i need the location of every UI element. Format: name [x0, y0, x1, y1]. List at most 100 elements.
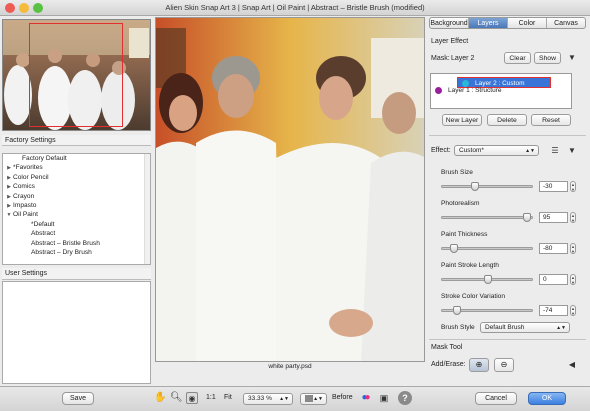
preset-item[interactable]: Abstract – Bristle Brush	[3, 239, 150, 248]
slider-value-field[interactable]: -74	[539, 305, 568, 316]
slider-track[interactable]	[441, 275, 533, 284]
reset-layer-button[interactable]: Reset	[531, 114, 571, 126]
new-layer-button[interactable]: New Layer	[442, 114, 482, 126]
zoom-select[interactable]: 33.33 % ▲▼	[243, 393, 293, 405]
factory-settings-scrollbar[interactable]	[144, 154, 150, 264]
zoom-fit-button[interactable]: Fit	[224, 394, 232, 401]
clear-mask-button[interactable]: Clear	[504, 52, 531, 64]
preset-item[interactable]: ▶ Comics	[3, 182, 150, 191]
slider-track[interactable]	[441, 213, 533, 222]
mask-tool-collapse-icon[interactable]: ◀	[566, 359, 578, 371]
slider-track[interactable]	[441, 306, 533, 315]
factory-settings-header: Factory Settings	[2, 135, 151, 146]
erase-mask-tool-button[interactable]: ⊖	[494, 358, 514, 372]
mask-tool-header: Mask Tool	[431, 344, 463, 351]
zoom-window-button[interactable]	[33, 3, 43, 13]
right-panel: Background Layers Color Canvas Layer Effect…	[427, 17, 590, 386]
flickr-icon[interactable]: ●●	[360, 392, 372, 404]
user-settings-header: User Settings	[2, 268, 151, 280]
add-erase-label: Add/Erase:	[431, 361, 466, 368]
slider-thumb[interactable]	[471, 182, 480, 191]
preset-label: Oil Paint	[13, 211, 38, 219]
preset-item[interactable]: Abstract – Dry Brush	[3, 248, 150, 257]
zoom-1to1-button[interactable]: 1:1	[206, 394, 216, 401]
stepper-icon[interactable]: ▲ ▼	[570, 181, 576, 192]
layer-name: Layer 1 : Structure	[448, 87, 502, 94]
slider-thumb[interactable]	[450, 244, 459, 253]
effect-select[interactable]: Custom* ▲▼	[454, 145, 539, 156]
tab-background[interactable]: Background	[430, 18, 469, 28]
painted-photo	[156, 18, 424, 361]
hand-tool-icon[interactable]: ✋	[154, 392, 166, 404]
background-color-select[interactable]: ▲▼	[300, 393, 327, 405]
before-toggle[interactable]: Before	[332, 394, 353, 401]
stepper-icon[interactable]: ▲ ▼	[570, 212, 576, 223]
mask-menu-arrow-icon[interactable]: ▼	[566, 52, 578, 64]
user-settings-list[interactable]	[2, 281, 151, 384]
image-canvas[interactable]	[155, 17, 425, 362]
slider-value-field[interactable]: -80	[539, 243, 568, 254]
visible-area-rectangle[interactable]	[29, 23, 123, 127]
preset-item[interactable]: ▶ Color Pencil	[3, 173, 150, 182]
stepper-icon[interactable]: ▲ ▼	[570, 305, 576, 316]
show-mask-button[interactable]: Show	[534, 52, 561, 64]
list-menu-icon[interactable]: ☰	[549, 145, 561, 157]
preset-label: *Favorites	[13, 164, 43, 172]
preset-item[interactable]: ▶ Crayon	[3, 192, 150, 201]
save-button[interactable]: Save	[62, 392, 94, 405]
navigator-preview[interactable]	[2, 19, 151, 131]
brush-style-value: Default Brush	[485, 324, 525, 331]
preset-label: *Default	[31, 220, 55, 228]
zoom-tool-icon[interactable]: 🔍︎	[170, 392, 183, 404]
zoom-value: 33.33 %	[248, 395, 272, 402]
slider-track[interactable]	[441, 182, 533, 191]
slider-thumb[interactable]	[452, 306, 461, 315]
slider-thumb[interactable]	[523, 213, 532, 222]
slider-thumb[interactable]	[484, 275, 492, 284]
layer-row[interactable]: Layer 1 : Structure	[431, 85, 571, 96]
bottom-toolbar: Save ✋ 🔍︎ ◉ 1:1 Fit 33.33 % ▲▼ ▲▼ Before …	[0, 386, 590, 411]
minimize-window-button[interactable]	[19, 3, 29, 13]
effect-label: Effect:	[431, 147, 451, 154]
preset-label: Color Pencil	[13, 173, 49, 181]
close-window-button[interactable]	[5, 3, 15, 13]
slider-label: Paint Stroke Length	[441, 262, 499, 269]
erase-brush-icon: ⊖	[500, 360, 508, 369]
layers-list[interactable]: Layer 2 : Custom Layer 1 : Structure	[430, 73, 572, 109]
stepper-icon[interactable]: ▲ ▼	[570, 243, 576, 254]
tab-layers[interactable]: Layers	[469, 18, 508, 28]
preset-item[interactable]: Factory Default	[3, 154, 150, 163]
slider-value-field[interactable]: 95	[539, 212, 568, 223]
layer-color-icon	[435, 87, 442, 94]
mask-label: Mask:	[431, 55, 450, 62]
slider-value-field[interactable]: 0	[539, 274, 568, 285]
mask-brush-tool-icon[interactable]: ◉	[186, 392, 198, 404]
slider-label: Stroke Color Variation	[441, 293, 506, 300]
preset-item[interactable]: ▶ *Favorites	[3, 163, 150, 172]
divider	[429, 135, 586, 136]
add-mask-tool-button[interactable]: ⊕	[469, 358, 489, 372]
preset-item[interactable]: ▶ Impasto	[3, 201, 150, 210]
left-panel: Factory Settings Factory Default ▶ *Favori…	[0, 17, 153, 384]
preset-item[interactable]: ▼ Oil Paint	[3, 210, 150, 219]
disclosure-open-icon[interactable]: ▼	[5, 211, 13, 220]
ok-button[interactable]: OK	[528, 392, 566, 405]
slider-value-field[interactable]: -30	[539, 181, 568, 192]
brush-style-select[interactable]: Default Brush ▲▼	[480, 322, 570, 333]
tab-color[interactable]: Color	[508, 18, 547, 28]
slider-label: Brush Size	[441, 169, 473, 176]
canvas-filename: white party.psd	[268, 363, 312, 370]
effect-menu-arrow-icon[interactable]: ▼	[566, 145, 578, 157]
preset-label: Abstract – Dry Brush	[31, 248, 92, 256]
slider-track[interactable]	[441, 244, 533, 253]
preset-item[interactable]: *Default	[3, 220, 150, 229]
window-title: Alien Skin Snap Art 3 | Snap Art | Oil P…	[165, 3, 425, 12]
preset-item[interactable]: Abstract	[3, 229, 150, 238]
delete-layer-button[interactable]: Delete	[487, 114, 527, 126]
tab-canvas[interactable]: Canvas	[547, 18, 585, 28]
factory-settings-list[interactable]: Factory Default ▶ *Favorites ▶ Color Pencil ▶…	[2, 153, 151, 265]
stepper-icon[interactable]: ▲ ▼	[570, 274, 576, 285]
help-icon[interactable]: ?	[398, 391, 412, 405]
share-image-icon[interactable]: ▣	[378, 392, 390, 404]
cancel-button[interactable]: Cancel	[475, 392, 517, 405]
